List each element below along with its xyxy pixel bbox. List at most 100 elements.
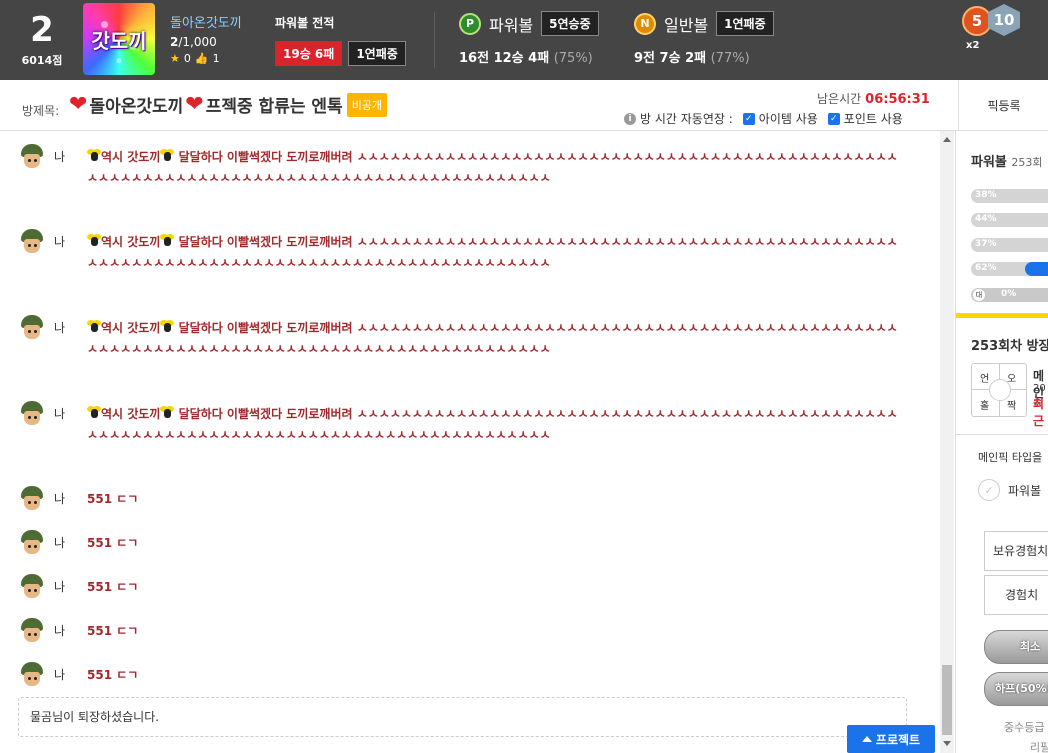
fairy-icon (160, 149, 175, 163)
large-icon: 대 (973, 289, 985, 301)
star-count: 0 (183, 52, 191, 65)
room-options: i 방 시간 자동연장 : ✓ 아이템 사용 ✓ 포인트 사용 (624, 110, 903, 127)
host-meta-recent: 최근 (1033, 397, 1045, 428)
project-button[interactable]: 프로젝트 (847, 725, 935, 753)
heart-icon: ❤ (185, 91, 204, 117)
chat-text: 역시 갓도끼 달달하다 이빨썩겠다 도끼로깨버려 ㅅㅅㅅㅅㅅㅅㅅㅅㅅㅅㅅㅅㅅㅅㅅ… (87, 149, 898, 185)
rank-number: 2 (30, 10, 54, 50)
auto-extend-label: 방 시간 자동연장 : (640, 112, 733, 126)
divider (956, 434, 1048, 435)
chat-message: 나 551 ㄷㄱ (18, 529, 918, 561)
chat-speaker: 나 (54, 321, 66, 335)
powerball-streak-badge: 5연승중 (541, 11, 599, 36)
normalball-streak-badge: 1연패중 (716, 11, 774, 36)
remaining-time-value: 06:56:31 (865, 92, 930, 107)
point-use-checkbox[interactable]: ✓ (827, 112, 840, 125)
caret-up-icon (861, 736, 872, 742)
soldier-avatar-icon (18, 617, 46, 645)
chat-text: 역시 갓도끼 달달하다 이빨썩겠다 도끼로깨버려 ㅅㅅㅅㅅㅅㅅㅅㅅㅅㅅㅅㅅㅅㅅㅅ… (87, 320, 898, 356)
fairy-icon (160, 406, 175, 420)
point-use-label[interactable]: 포인트 사용 (844, 110, 903, 127)
scroll-down-icon[interactable] (943, 741, 951, 746)
record-title: 파워볼 전적 (275, 16, 335, 30)
thumbs-count: 1 (212, 52, 220, 65)
medal-10-icon: 10 (988, 4, 1020, 36)
normalball-pct: (77%) (710, 51, 750, 66)
user-info: 돌아온갓도끼 2/1,000 ★ 0 👍 1 (170, 12, 242, 65)
chat-text: 역시 갓도끼 달달하다 이빨썩겠다 도끼로깨버려 ㅅㅅㅅㅅㅅㅅㅅㅅㅅㅅㅅㅅㅅㅅㅅ… (87, 406, 898, 442)
project-button-label: 프로젝트 (875, 732, 921, 747)
fairy-icon (160, 320, 175, 334)
chat-speaker: 나 (54, 492, 66, 506)
chat-text: 551 ㄷㄱ (87, 536, 139, 550)
normalball-stats: N 일반볼 1연패중 9전 7승 2패 (77%) (634, 11, 774, 66)
user-nickname[interactable]: 돌아온갓도끼 (170, 12, 242, 31)
avatar[interactable]: 갓도끼 (83, 3, 155, 75)
chat-speaker: 나 (54, 235, 66, 249)
private-badge: 비공개 (346, 92, 388, 117)
avatar-text: 갓도끼 (91, 29, 147, 53)
exp-input[interactable]: 경험치 (984, 575, 1048, 615)
check-circle-icon[interactable]: ✓ (978, 479, 1000, 501)
rank-block: 2 6014점 (14, 10, 70, 68)
medal-5-icon: 5 (962, 6, 992, 36)
chat-scrollbar[interactable] (940, 131, 954, 753)
fairy-icon (87, 320, 101, 334)
soldier-avatar-icon (18, 143, 46, 171)
chat-message: 나 역시 갓도끼 달달하다 이빨썩겠다 도끼로깨버려 ㅅㅅㅅㅅㅅㅅㅅㅅㅅㅅㅅㅅㅅ… (18, 400, 918, 480)
powerball-pct: (75%) (553, 51, 593, 66)
powerball-stats: P 파워볼 5연승중 16전 12승 4패 (75%) (459, 11, 599, 66)
min-button[interactable]: 최소 (984, 630, 1048, 664)
grid-center (989, 379, 1011, 401)
soldier-avatar-icon (18, 485, 46, 513)
room-title-name: 돌아온갓도끼 (89, 97, 184, 117)
room-title-label: 방제목: (22, 104, 60, 118)
chat-speaker: 나 (54, 580, 66, 594)
multiplier-label: x2 (966, 40, 980, 51)
item-use-checkbox[interactable]: ✓ (742, 112, 755, 125)
record-main-badge: 19승 6패 (275, 41, 343, 66)
pick-register-button[interactable]: 픽등록 (958, 80, 1048, 130)
pick-grid[interactable]: 언 오 홀 짝 (971, 363, 1027, 417)
record-streak-badge: 1연패중 (348, 41, 406, 66)
remaining-time: 남은시간 06:56:31 (817, 90, 930, 107)
grade-label: 중수등급 (1004, 721, 1045, 734)
chat-speaker: 나 (54, 624, 66, 638)
odd-even-bar: 44% (971, 213, 1048, 227)
normalball-label: 일반볼 (664, 15, 709, 35)
bar-fill (1025, 262, 1048, 276)
round-title: 253회차 방장 (971, 339, 1048, 354)
yellow-divider (956, 313, 1048, 318)
powerball-record: 파워볼 전적 19승 6패 1연패중 (275, 14, 406, 66)
item-use-label[interactable]: 아이템 사용 (759, 110, 818, 127)
level-total: /1,000 (178, 35, 217, 49)
room-title: ❤ 돌아온갓도끼 ❤ 프젝중 합류는 엔톡 비공개 (69, 91, 388, 117)
chat-text: 551 ㄷㄱ (87, 492, 139, 506)
chat-message: 나 역시 갓도끼 달달하다 이빨썩겠다 도끼로깨버려 ㅅㅅㅅㅅㅅㅅㅅㅅㅅㅅㅅㅅㅅ… (18, 143, 918, 223)
chat-message: 나 551 ㄷㄱ (18, 617, 918, 649)
grid-tl: 언 (980, 374, 990, 385)
chat-speaker: 나 (54, 668, 66, 682)
chat-message: 나 551 ㄷㄱ (18, 485, 918, 517)
exp-owned-box: 보유경험치 (984, 531, 1048, 571)
soldier-avatar-icon (18, 661, 46, 689)
main-pick-label: 메인픽 타입을 (978, 451, 1043, 464)
odd-even-bar: 37% (971, 238, 1048, 252)
normalball-stats-text: 9전 7승 2패 (634, 51, 707, 66)
remaining-time-label: 남은시간 (817, 92, 862, 106)
scroll-up-icon[interactable] (943, 137, 951, 142)
powerball-p-icon: P (459, 12, 481, 35)
pick-option-powerball[interactable]: 파워볼 (1008, 482, 1041, 499)
chat-speaker: 나 (54, 407, 66, 421)
large-bar: 대 0% (971, 288, 1048, 302)
half-button[interactable]: 하프(50%) (984, 672, 1048, 706)
odd-even-bar: 62% (971, 262, 1048, 276)
right-panel: 파워볼 253회 38% 44% 37% 62% 대 0% 253회차 방장 언… (955, 131, 1048, 753)
chat-text: 551 ㄷㄱ (87, 624, 139, 638)
chat-area[interactable]: 나 역시 갓도끼 달달하다 이빨썩겠다 도끼로깨버려 ㅅㅅㅅㅅㅅㅅㅅㅅㅅㅅㅅㅅㅅ… (0, 131, 940, 753)
chat-speaker: 나 (54, 536, 66, 550)
room-title-bar: 방제목: ❤ 돌아온갓도끼 ❤ 프젝중 합류는 엔톡 비공개 남은시간 06:56… (0, 80, 1048, 131)
grid-bl: 홀 (980, 401, 990, 412)
soldier-avatar-icon (18, 573, 46, 601)
scrollbar-thumb[interactable] (942, 665, 952, 735)
